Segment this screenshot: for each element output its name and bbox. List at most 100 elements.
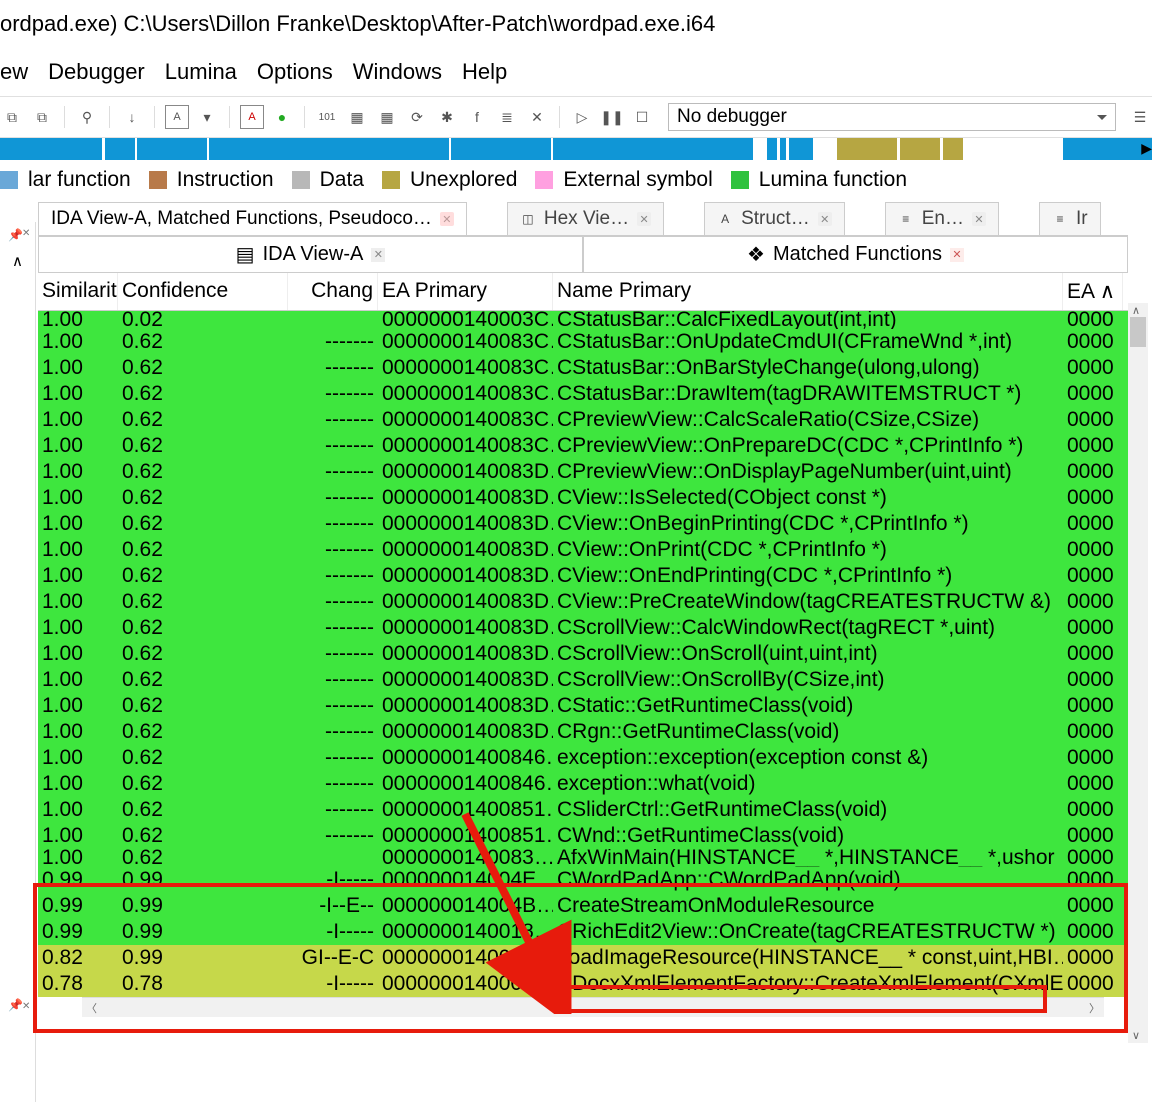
table-row[interactable]: 1.000.62-------0000000140083D…CScrollVie… (38, 667, 1128, 693)
table-row[interactable]: 1.000.62-------0000000140083C…CPreviewVi… (38, 407, 1128, 433)
toolbar-cross-icon[interactable]: ✕ (525, 105, 549, 129)
cell-ea2: 0000 (1063, 720, 1123, 744)
column-header[interactable]: Similarit (38, 273, 118, 310)
cell-conf: 0.62 (118, 590, 288, 614)
toolbar-copy-icon[interactable]: ⧉ (0, 105, 24, 129)
table-row[interactable]: 0.990.99-I-----0000000140018…CRichEdit2V… (38, 919, 1128, 945)
toolbar-script-icon[interactable]: ≣ (495, 105, 519, 129)
table-row[interactable]: 1.000.62-------0000000140083D…CScrollVie… (38, 641, 1128, 667)
tab-close-icon[interactable]: ✕ (818, 212, 832, 226)
tab-close-icon[interactable]: ✕ (637, 212, 651, 226)
toolbar-pause-icon[interactable]: ❚❚ (600, 105, 624, 129)
horizontal-scrollbar[interactable]: 〈 〉 (82, 997, 1104, 1017)
column-header[interactable]: Confidence (118, 273, 288, 310)
menu-help[interactable]: Help (462, 59, 507, 85)
scrollbar-thumb[interactable] (1130, 317, 1146, 347)
toolbar-down-icon[interactable]: ↓ (120, 105, 144, 129)
table-row[interactable]: 1.000.620000000140083…AfxWinMain(HINSTAN… (38, 849, 1128, 867)
pin-icon[interactable]: 📌 (8, 228, 23, 242)
toolbar-a-icon[interactable]: ⟳ (405, 105, 429, 129)
column-header[interactable]: Chang (288, 273, 378, 310)
menu-options[interactable]: Options (257, 59, 333, 85)
table-row[interactable]: 1.000.62-------0000000140083D…CView::IsS… (38, 485, 1128, 511)
table-row[interactable]: 1.000.62-------0000000140083C…CPreviewVi… (38, 433, 1128, 459)
legend-item: Instruction (149, 168, 274, 192)
tab-close-icon[interactable]: ✕ (972, 212, 986, 226)
scroll-down-icon[interactable]: ∨ (1132, 1029, 1140, 1042)
table-row[interactable]: 1.000.62-------0000000140083D…CPreviewVi… (38, 459, 1128, 485)
cell-ea: 0000000140068E… (378, 946, 553, 970)
toolbar-marker-icon[interactable]: ⚲ (75, 105, 99, 129)
menu-ew[interactable]: ew (0, 59, 28, 85)
vertical-scrollbar[interactable]: ∧ ∨ (1128, 303, 1148, 1043)
table-row[interactable]: 1.000.62-------0000000140083D…CScrollVie… (38, 615, 1128, 641)
table-row[interactable]: 1.000.62-------00000001400846…exception:… (38, 771, 1128, 797)
table-row[interactable]: 1.000.020000000140003C…CStatusBar::CalcF… (38, 311, 1128, 329)
cell-chg: ------- (288, 772, 378, 796)
toolbar-paste-icon[interactable]: ⧉ (30, 105, 54, 129)
tab-label: Ir (1076, 208, 1088, 230)
table-row[interactable]: 0.990.99-I-----000000014004E…CWordPadApp… (38, 867, 1128, 893)
table-row[interactable]: 1.000.62-------0000000140083D…CStatic::G… (38, 693, 1128, 719)
scroll-right-icon[interactable]: 〉 (1089, 1000, 1100, 1016)
tab[interactable]: AStruct…✕ (704, 202, 845, 235)
tab[interactable]: ≡En…✕ (885, 202, 999, 235)
toolbar-caret-icon[interactable]: ▾ (195, 105, 219, 129)
menu-debugger[interactable]: Debugger (48, 59, 145, 85)
toolbar-play-icon[interactable]: ▷ (570, 105, 594, 129)
debugger-select[interactable]: No debugger (668, 103, 1116, 131)
toolbar-record-icon[interactable]: A (240, 105, 264, 129)
toolbar-green-dot-icon[interactable]: ● (270, 105, 294, 129)
pin-icon[interactable]: 📌 (8, 998, 23, 1012)
tab[interactable]: ◫Hex Vie…✕ (507, 202, 664, 235)
close-icon[interactable]: ✕ (22, 1001, 30, 1012)
table-row[interactable]: 1.000.62-------00000001400846…exception:… (38, 745, 1128, 771)
table-row[interactable]: 1.000.62-------0000000140083D…CView::OnB… (38, 511, 1128, 537)
table-row[interactable]: 1.000.62-------0000000140083D…CView::OnE… (38, 563, 1128, 589)
table-row[interactable]: 1.000.62-------0000000140083D…CView::Pre… (38, 589, 1128, 615)
column-header[interactable]: EA ∧ (1063, 273, 1123, 310)
cell-sim: 1.00 (38, 356, 118, 380)
cell-chg: ------- (288, 642, 378, 666)
menu-lumina[interactable]: Lumina (165, 59, 237, 85)
toolbar-struct-icon[interactable]: ▦ (345, 105, 369, 129)
toolbar-text-icon[interactable]: A (165, 105, 189, 129)
cell-sim: 1.00 (38, 564, 118, 588)
tab[interactable]: IDA View-A, Matched Functions, Pseudoco…… (38, 202, 467, 235)
table-row[interactable]: 1.000.62-------00000001400851…CWnd::GetR… (38, 823, 1128, 849)
cell-ea: 000000014004B… (378, 894, 553, 918)
toolbar-star-icon[interactable]: ✱ (435, 105, 459, 129)
cell-conf: 0.78 (118, 972, 288, 996)
sub-tab[interactable]: ▤IDA View-A✕ (38, 236, 583, 272)
subtab-close-icon[interactable]: ✕ (950, 248, 964, 262)
toolbar-settings-icon[interactable]: ☰ (1128, 105, 1152, 129)
scroll-left-icon[interactable]: 〈 (86, 1000, 97, 1016)
cell-ea2: 0000 (1063, 564, 1123, 588)
navigation-band[interactable]: ▶ (0, 138, 1152, 160)
tab-close-icon[interactable]: ✕ (440, 212, 454, 226)
table-row[interactable]: 0.780.78-I-----000000014000D8…CDocxXmlEl… (38, 971, 1128, 997)
sub-tab[interactable]: ❖Matched Functions✕ (583, 236, 1128, 272)
navband-arrow-icon[interactable]: ▶ (1141, 140, 1152, 157)
close-icon[interactable]: ✕ (22, 228, 30, 239)
column-header[interactable]: Name Primary (553, 273, 1063, 310)
toolbar-stop-icon[interactable]: ☐ (630, 105, 654, 129)
table-row[interactable]: 1.000.62-------0000000140083C…CStatusBar… (38, 355, 1128, 381)
toolbar-f-icon[interactable]: f (465, 105, 489, 129)
table-row[interactable]: 1.000.62-------00000001400851…CSliderCtr… (38, 797, 1128, 823)
table-row[interactable]: 0.990.99-I--E--000000014004B…CreateStrea… (38, 893, 1128, 919)
table-row[interactable]: 1.000.62-------0000000140083D…CRgn::GetR… (38, 719, 1128, 745)
table-row[interactable]: 1.000.62-------0000000140083C…CStatusBar… (38, 381, 1128, 407)
toolbar-hex-icon[interactable]: 101 (315, 105, 339, 129)
table-row[interactable]: 1.000.62-------0000000140083D…CView::OnP… (38, 537, 1128, 563)
table-row[interactable]: 1.000.62-------0000000140083C…CStatusBar… (38, 329, 1128, 355)
subtab-close-icon[interactable]: ✕ (371, 248, 385, 262)
cell-name: CStatusBar::OnBarStyleChange(ulong,ulong… (553, 356, 1063, 380)
column-header[interactable]: EA Primary (378, 273, 553, 310)
toolbar-enum-icon[interactable]: ▦ (375, 105, 399, 129)
tab[interactable]: ≡Ir (1039, 202, 1101, 235)
scroll-up-icon[interactable]: ∧ (12, 252, 23, 270)
menu-windows[interactable]: Windows (353, 59, 442, 85)
table-row[interactable]: 0.820.99GI--E-C0000000140068E…LoadImageR… (38, 945, 1128, 971)
scroll-up-icon[interactable]: ∧ (1132, 304, 1140, 317)
